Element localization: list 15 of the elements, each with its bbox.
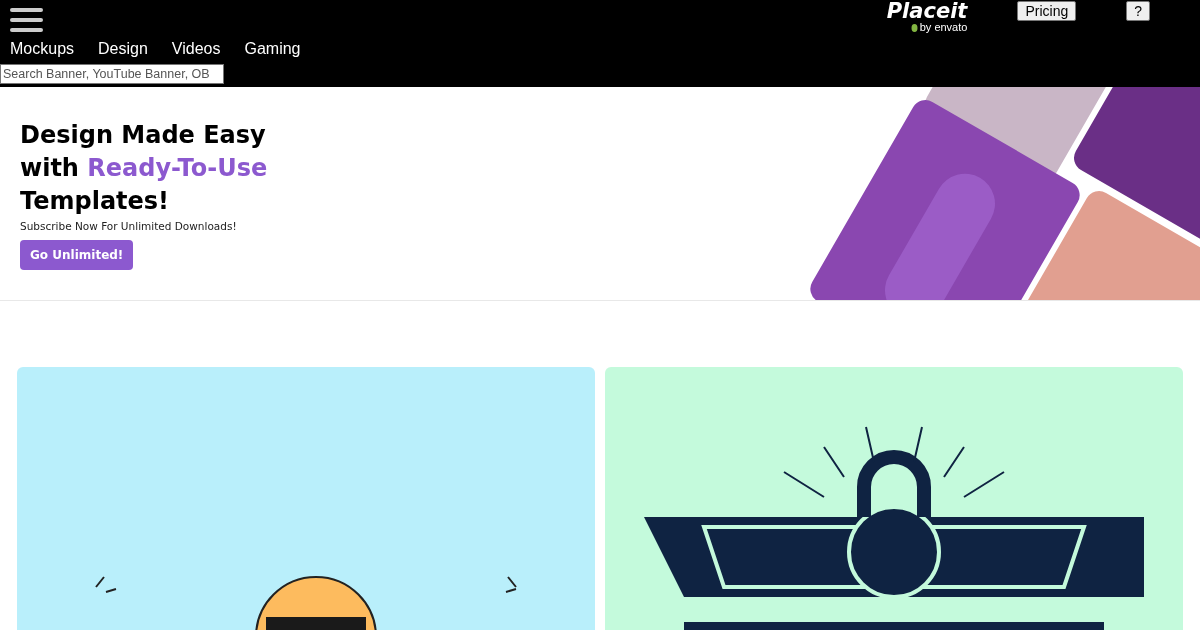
nav-link[interactable]: Mockups xyxy=(10,40,75,58)
hero-title: Design Made Easy with Ready-To-Use Templates! xyxy=(20,120,269,217)
logo-byline: by envato xyxy=(919,22,968,33)
logo-wordmark[interactable]: Placeit xyxy=(886,0,968,22)
search-field[interactable]: Search Banner, YouTube Banner, OB xyxy=(0,64,224,84)
leaf-icon xyxy=(910,23,918,32)
nav-link[interactable]: Gaming xyxy=(244,40,301,58)
header-button[interactable]: Pricing xyxy=(1017,1,1077,21)
header-button[interactable]: ? xyxy=(1126,1,1150,21)
template-card[interactable] xyxy=(605,367,1183,630)
nav-link[interactable]: Design xyxy=(98,40,148,58)
hero-subtitle: Subscribe Now For Unlimited Downloads! xyxy=(20,220,238,232)
go-unlimited-button[interactable]: Go Unlimited! xyxy=(20,240,134,270)
nav-link[interactable]: Videos xyxy=(171,40,221,58)
menu-icon[interactable] xyxy=(10,8,43,32)
